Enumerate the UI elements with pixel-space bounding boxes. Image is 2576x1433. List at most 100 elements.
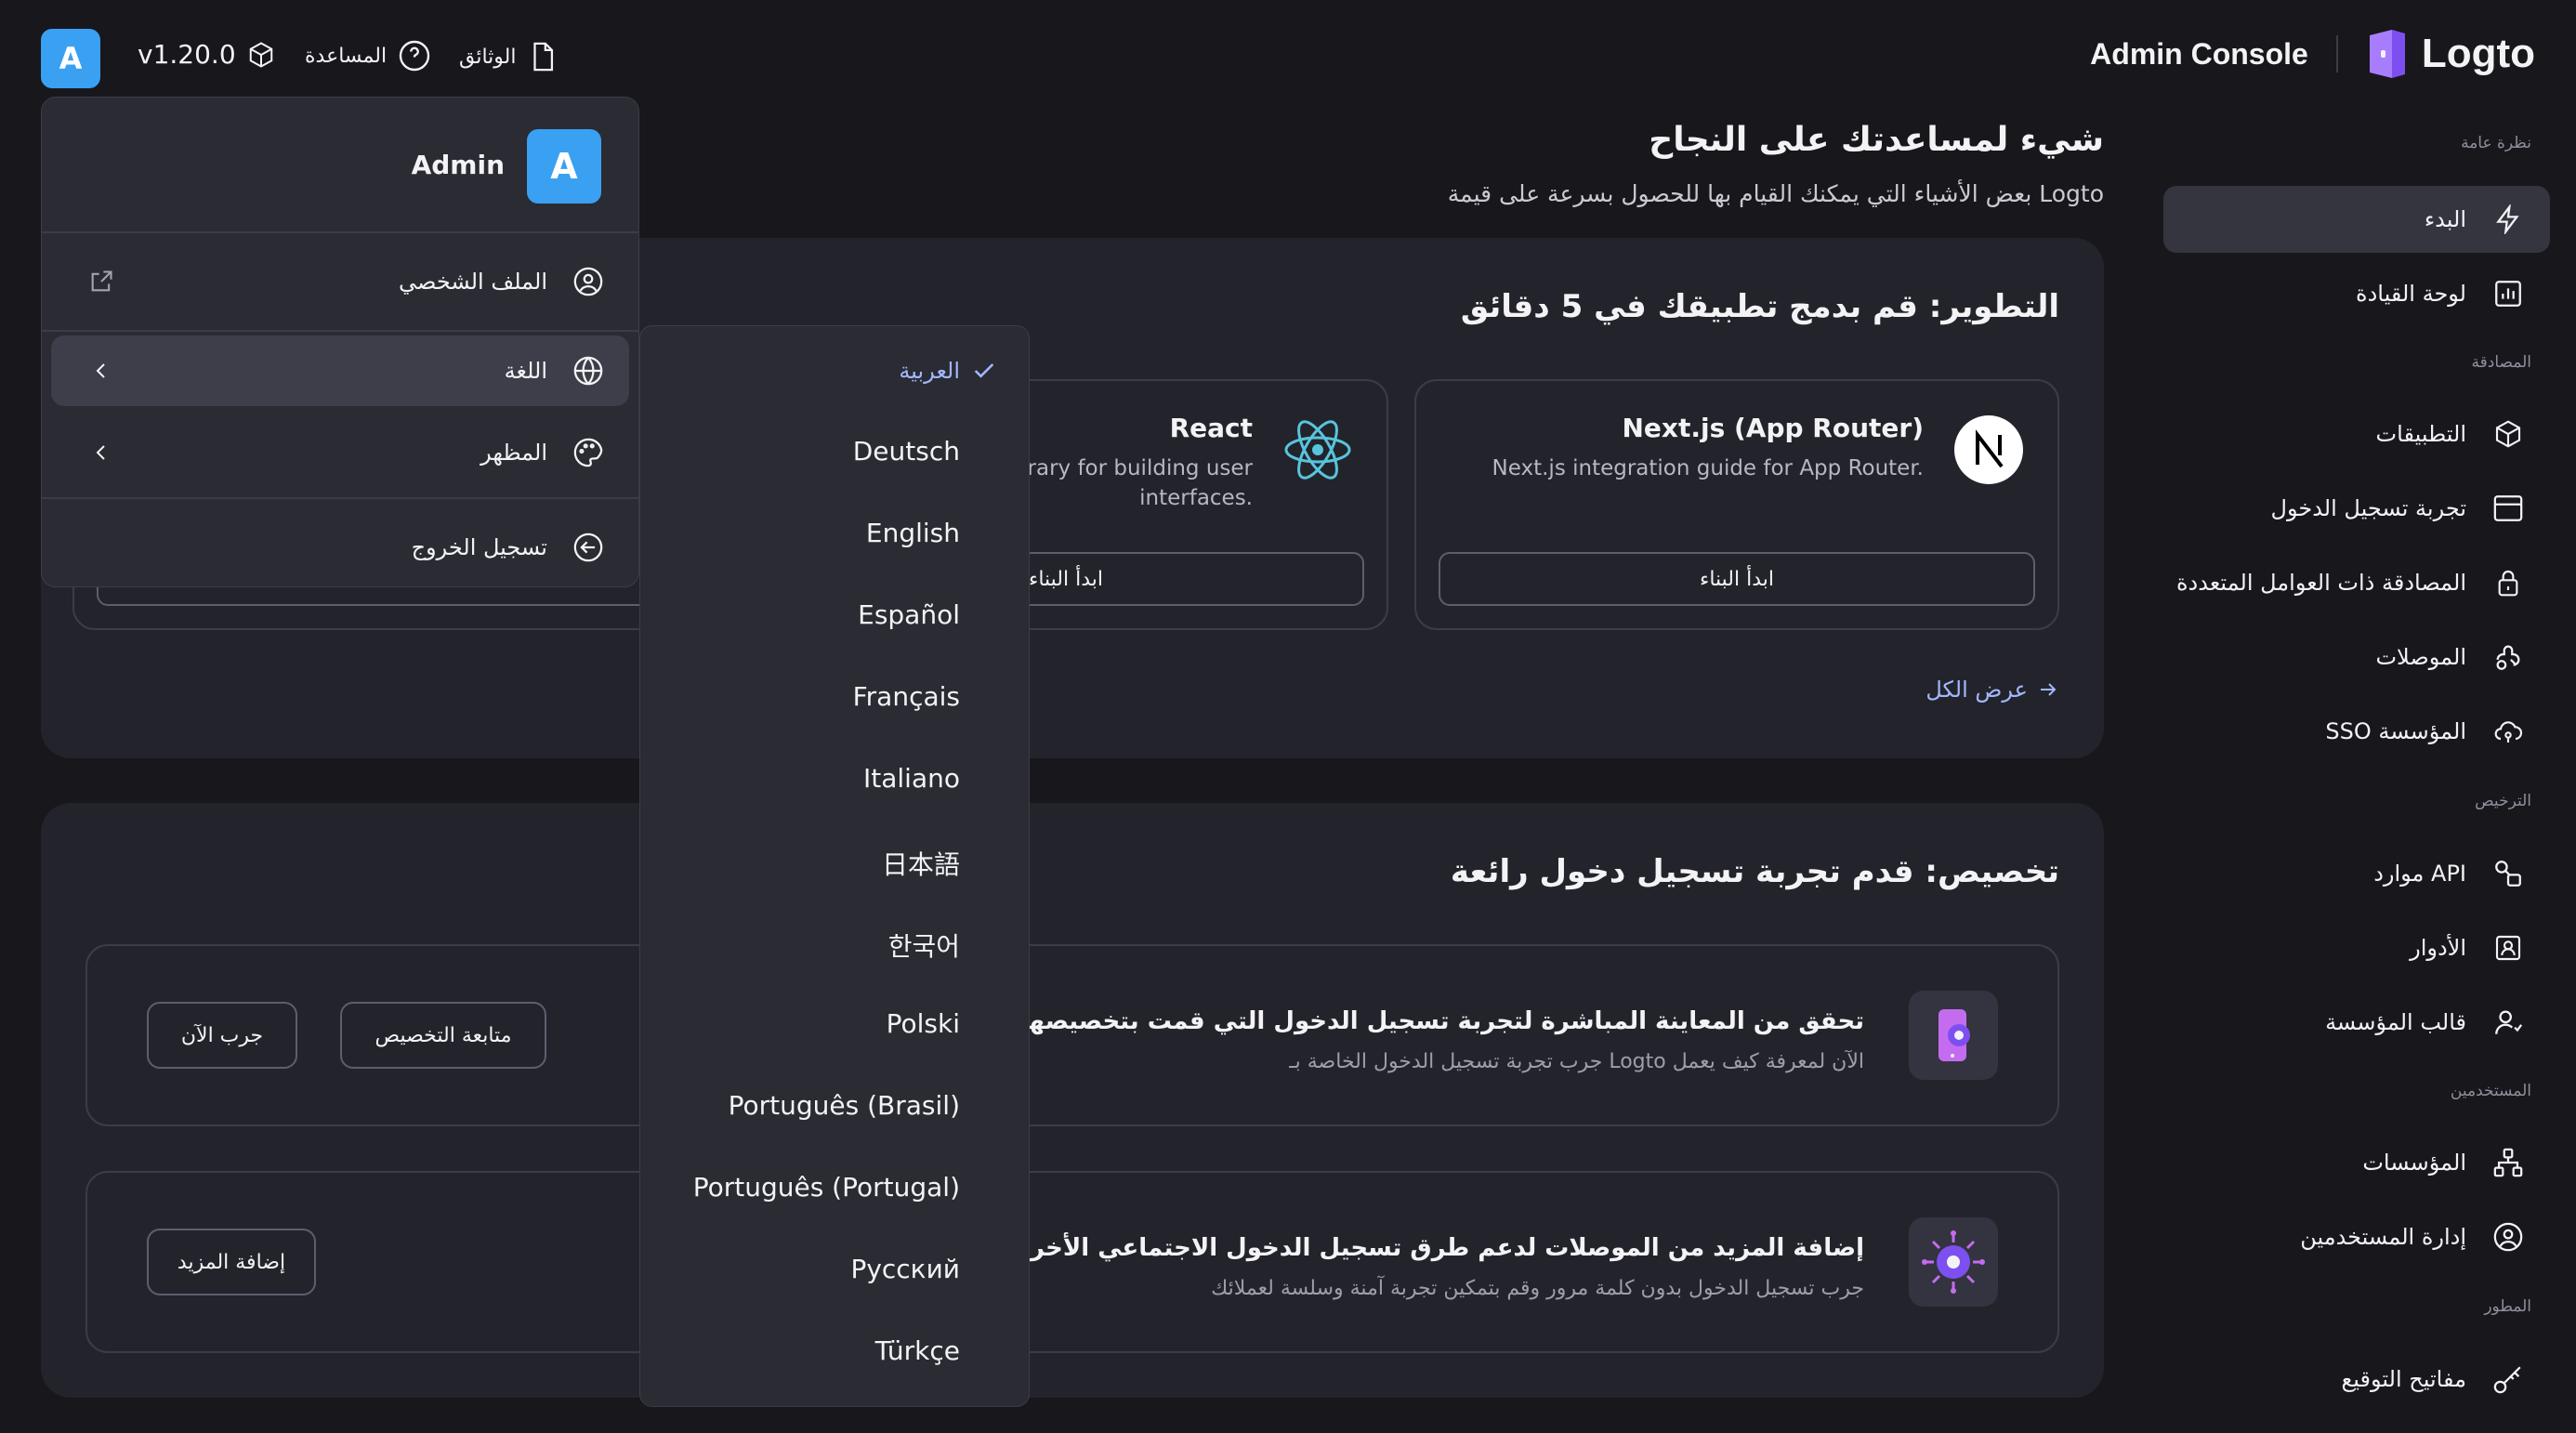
view-all-link[interactable]: عرض الكل — [1925, 677, 2059, 703]
external-link-icon — [88, 269, 114, 295]
react-logo-icon — [1282, 414, 1353, 485]
language-option[interactable]: Deutsch — [853, 436, 960, 467]
sidebar-item-user-management[interactable]: إدارة المستخدمين — [2163, 1203, 2550, 1270]
language-option-selected[interactable]: العربية — [899, 358, 997, 384]
bar-chart-icon — [2492, 278, 2524, 309]
framework-name: React — [1169, 413, 1253, 443]
user-template-icon — [2492, 1006, 2524, 1038]
framework-card-nextjs: Next.js (App Router) Next.js integration… — [1414, 379, 2059, 630]
sidebar-item-enterprise-sso[interactable]: SSO المؤسسة — [2163, 698, 2550, 765]
logto-logo-icon — [2366, 28, 2409, 80]
sidebar-item-sign-in-experience[interactable]: تجربة تسجيل الدخول — [2163, 475, 2550, 542]
brand-area: Admin Console Logto — [2090, 28, 2535, 80]
connectors-icon — [2492, 641, 2524, 673]
start-building-button[interactable]: ابدأ البناء — [1439, 552, 2035, 606]
user-circle-icon — [2492, 1221, 2524, 1253]
help-label: المساعدة — [305, 44, 388, 68]
continue-customizing-button[interactable]: متابعة التخصيص — [340, 1002, 546, 1069]
framework-desc: library for building user interfaces. — [1002, 454, 1253, 513]
menu-item-language[interactable]: اللغة — [51, 335, 629, 406]
language-option[interactable]: 日本語 — [882, 845, 960, 882]
sidebar-item-dashboard[interactable]: لوحة القيادة — [2163, 260, 2550, 327]
lightning-icon — [2492, 204, 2524, 235]
sidebar-item-label: المؤسسات — [2362, 1150, 2466, 1176]
sidebar-section-developer: المطور — [2484, 1297, 2531, 1316]
add-more-button[interactable]: إضافة المزيد — [147, 1229, 316, 1295]
org-tree-icon — [2492, 1147, 2524, 1178]
user-avatar-button[interactable]: A — [41, 29, 100, 88]
package-icon — [247, 41, 275, 69]
row-title: تحقق من المعاينة المباشرة لتجربة تسجيل ا… — [967, 1007, 1864, 1035]
menu-item-label: تسجيل الخروج — [411, 534, 547, 560]
language-option[interactable]: 한국어 — [888, 927, 960, 964]
user-circle-icon — [572, 265, 605, 298]
menu-item-label: المظهر — [480, 440, 547, 466]
language-option[interactable]: Français — [853, 681, 960, 712]
logto-logo[interactable]: Logto — [2366, 28, 2535, 80]
sidebar-item-organization-template[interactable]: قالب المؤسسة — [2163, 989, 2550, 1056]
sidebar-item-label: موارد API — [2373, 861, 2466, 887]
try-now-button[interactable]: جرب الآن — [147, 1002, 297, 1069]
version-link[interactable]: v1.20.0 — [138, 39, 275, 70]
language-option[interactable]: Русский — [850, 1254, 960, 1284]
user-name: Admin — [411, 150, 505, 180]
row-subtitle: جرب تجربة تسجيل الدخول الخاصة بـ Logto ا… — [1289, 1050, 1864, 1073]
help-icon — [398, 39, 431, 72]
language-option[interactable]: English — [866, 518, 960, 548]
help-link[interactable]: المساعدة — [305, 39, 431, 72]
version-label: v1.20.0 — [138, 39, 236, 70]
sidebar-item-roles[interactable]: الأدوار — [2163, 914, 2550, 981]
language-option[interactable]: Türkçe — [875, 1335, 960, 1366]
sidebar-item-label: البدء — [2424, 206, 2466, 232]
sidebar-section-authentication: المصادقة — [2471, 353, 2531, 372]
framework-desc-line: library for building user — [1002, 456, 1253, 480]
sidebar-item-api-resources[interactable]: موارد API — [2163, 840, 2550, 907]
brand-divider — [2335, 35, 2338, 72]
browser-window-icon — [2492, 493, 2524, 524]
menu-divider — [42, 330, 638, 332]
sidebar-section-overview: نظرة عامة — [2461, 134, 2531, 152]
sidebar-item-signing-keys[interactable]: مفاتيح التوقيع — [2163, 1346, 2550, 1413]
check-icon — [971, 358, 997, 384]
sign-out-icon — [572, 531, 605, 564]
role-badge-icon — [2492, 932, 2524, 964]
sidebar-item-organizations[interactable]: المؤسسات — [2163, 1129, 2550, 1196]
row-subtitle: جرب تسجيل الدخول بدون كلمة مرور وقم بتمك… — [1211, 1277, 1864, 1300]
chevron-left-icon — [88, 358, 114, 384]
sidebar-item-label: قالب المؤسسة — [2325, 1009, 2466, 1035]
add-connectors-row: إضافة المزيد من الموصلات لدعم طرق تسجيل … — [85, 1171, 2059, 1353]
sidebar-item-label: إدارة المستخدمين — [2300, 1224, 2466, 1250]
sidebar-section-users: المستخدمين — [2450, 1082, 2531, 1100]
sidebar-item-connectors[interactable]: الموصلات — [2163, 624, 2550, 690]
chevron-left-icon — [88, 440, 114, 466]
document-icon — [527, 39, 559, 74]
sidebar-item-label: الأدوار — [2410, 935, 2466, 961]
develop-title: التطوير: قم بدمج تطبيقك في 5 دقائق — [1460, 288, 2059, 325]
language-option[interactable]: Português (Portugal) — [693, 1172, 960, 1203]
globe-icon — [572, 354, 605, 388]
sidebar-item-label: تجربة تسجيل الدخول — [2270, 495, 2466, 521]
framework-name: Next.js (App Router) — [1622, 413, 1924, 443]
docs-link[interactable]: الوثائق — [459, 39, 559, 74]
connector-gear-icon — [1909, 1217, 1998, 1307]
language-option-label: العربية — [899, 358, 960, 384]
language-option[interactable]: Italiano — [863, 763, 960, 794]
menu-item-appearance[interactable]: المظهر — [51, 417, 629, 488]
view-all-label: عرض الكل — [1925, 677, 2028, 703]
menu-divider — [42, 497, 638, 499]
api-resource-icon — [2492, 858, 2524, 889]
sidebar-item-applications[interactable]: التطبيقات — [2163, 401, 2550, 467]
language-option[interactable]: Português (Brasil) — [729, 1090, 960, 1121]
sidebar-item-label: SSO المؤسسة — [2325, 718, 2466, 744]
page-title: شيء لمساعدتك على النجاح — [1649, 121, 2104, 159]
sidebar-section-authorization: الترخيص — [2475, 792, 2531, 810]
language-option[interactable]: Polski — [887, 1008, 960, 1039]
sidebar-item-mfa[interactable]: المصادقة ذات العوامل المتعددة — [2163, 549, 2550, 616]
sidebar-item-get-started[interactable]: البدء — [2163, 186, 2550, 253]
language-option[interactable]: Español — [858, 599, 960, 630]
language-menu: العربية Deutsch English Español Français… — [639, 325, 1030, 1407]
cube-icon — [2492, 418, 2524, 450]
framework-desc-line: interfaces. — [1139, 486, 1253, 510]
menu-item-sign-out[interactable]: تسجيل الخروج — [51, 512, 629, 583]
menu-item-profile[interactable]: الملف الشخصي — [51, 246, 629, 317]
